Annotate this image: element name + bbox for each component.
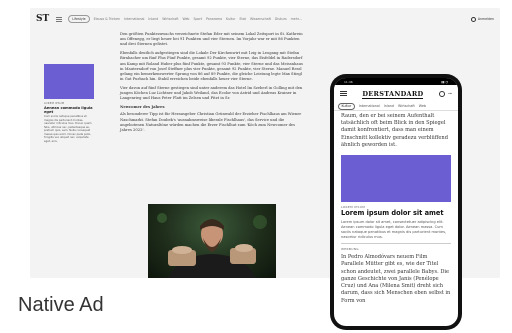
mobile-article-body: Raum, den er bei seinem Aufenthalt tatsä… <box>334 111 458 307</box>
login-button[interactable]: Anmelden <box>470 16 494 22</box>
desktop-logo[interactable]: ST <box>36 14 49 24</box>
caption-native-ad: Native Ad <box>18 294 104 316</box>
mobile-header: DERSTANDARD ⊸ <box>334 85 458 102</box>
article-paragraph: Ebenfalls deutlich aufgestiegen sind die… <box>120 51 303 81</box>
ad-text: Cum sociis natoque penatibus et magnis d… <box>44 115 92 143</box>
status-icons: ▮▮ ◔ <box>441 79 448 84</box>
nav-item[interactable]: Web <box>183 17 190 21</box>
menu-icon[interactable] <box>340 91 347 96</box>
article-paragraph: Den größten Punktezuwachs verzeichnete S… <box>120 32 303 47</box>
ad-headline[interactable]: Lorem ipsum dolor sit amet <box>341 209 451 218</box>
werbung-label: WERBUNG <box>341 247 359 252</box>
nav-item-more[interactable]: mehr… <box>291 17 303 21</box>
article-paragraph: Als besonderer Tipp ist für Herausgeber … <box>120 112 302 132</box>
tab-international[interactable]: International <box>359 104 380 108</box>
mobile-ad-image-placeholder[interactable] <box>341 155 451 203</box>
tab-inland[interactable]: Inland <box>384 104 394 108</box>
article-paragraph: Raum, den er bei seinem Aufenthalt tatsä… <box>341 113 448 148</box>
article-paragraph: In Pedro Almodóvars neuem Film Parallele… <box>341 254 451 304</box>
nav-item-active[interactable]: Lifestyle <box>68 15 90 23</box>
phone-screen: 11:46 ▮▮ ◔ DERSTANDARD ⊸ Kultur Internat… <box>334 78 458 326</box>
phone-status-bar: 11:46 ▮▮ ◔ <box>334 78 458 85</box>
menu-icon[interactable] <box>56 16 63 22</box>
nav-item[interactable]: Sport <box>193 17 202 21</box>
nav-item[interactable]: International <box>124 17 144 21</box>
nav-item[interactable]: Panorama <box>206 17 222 21</box>
site-logo[interactable]: DERSTANDARD <box>347 89 439 99</box>
nav-item[interactable]: Wissenschaft <box>250 17 271 21</box>
chef-photo-illustration <box>157 213 267 278</box>
user-icon[interactable] <box>438 90 445 97</box>
tab-kultur[interactable]: Kultur <box>338 102 355 110</box>
tab-wirtschaft[interactable]: Wirtschaft <box>398 104 415 108</box>
desktop-top-navigation: ST Lifestyle Etsuso & Trinken Internatio… <box>30 8 500 30</box>
article-photo <box>148 204 276 278</box>
login-label: Anmelden <box>477 17 494 21</box>
ad-headline[interactable]: Aenean commodo ligula eget <box>44 106 94 114</box>
status-time: 11:46 <box>344 79 353 84</box>
ad-label: LOREM IPSUM <box>44 102 65 105</box>
nav-item[interactable]: Diskurs <box>275 17 287 21</box>
desktop-native-ad[interactable]: LOREM IPSUM Aenean commodo ligula eget C… <box>44 64 94 143</box>
article-body: Den größten Punktezuwachs verzeichnete S… <box>120 32 305 137</box>
phone-mockup: 11:46 ▮▮ ◔ DERSTANDARD ⊸ Kultur Internat… <box>330 74 462 330</box>
user-icon <box>470 16 476 22</box>
article-subheading: Newcomer des Jahres <box>120 105 165 110</box>
nav-item-subcategory[interactable]: Etsuso & Trinken <box>94 17 120 21</box>
nav-item[interactable]: Wirtschaft <box>162 17 178 21</box>
nav-item[interactable]: Kultur <box>226 17 235 21</box>
nav-item[interactable]: Etat <box>239 17 245 21</box>
article-paragraph: Vier davon auf fünf Sterne gestiegen sin… <box>120 85 303 101</box>
key-icon[interactable]: ⊸ <box>448 91 452 97</box>
ad-text: Lorem ipsum dolor sit amet, consectetuer… <box>341 220 447 239</box>
mobile-tabs: Kultur International Inland Wirtschaft W… <box>334 102 458 111</box>
nav-item[interactable]: Inland <box>148 17 158 21</box>
tab-web[interactable]: Web <box>419 104 426 108</box>
ad-image-placeholder[interactable] <box>44 64 94 99</box>
